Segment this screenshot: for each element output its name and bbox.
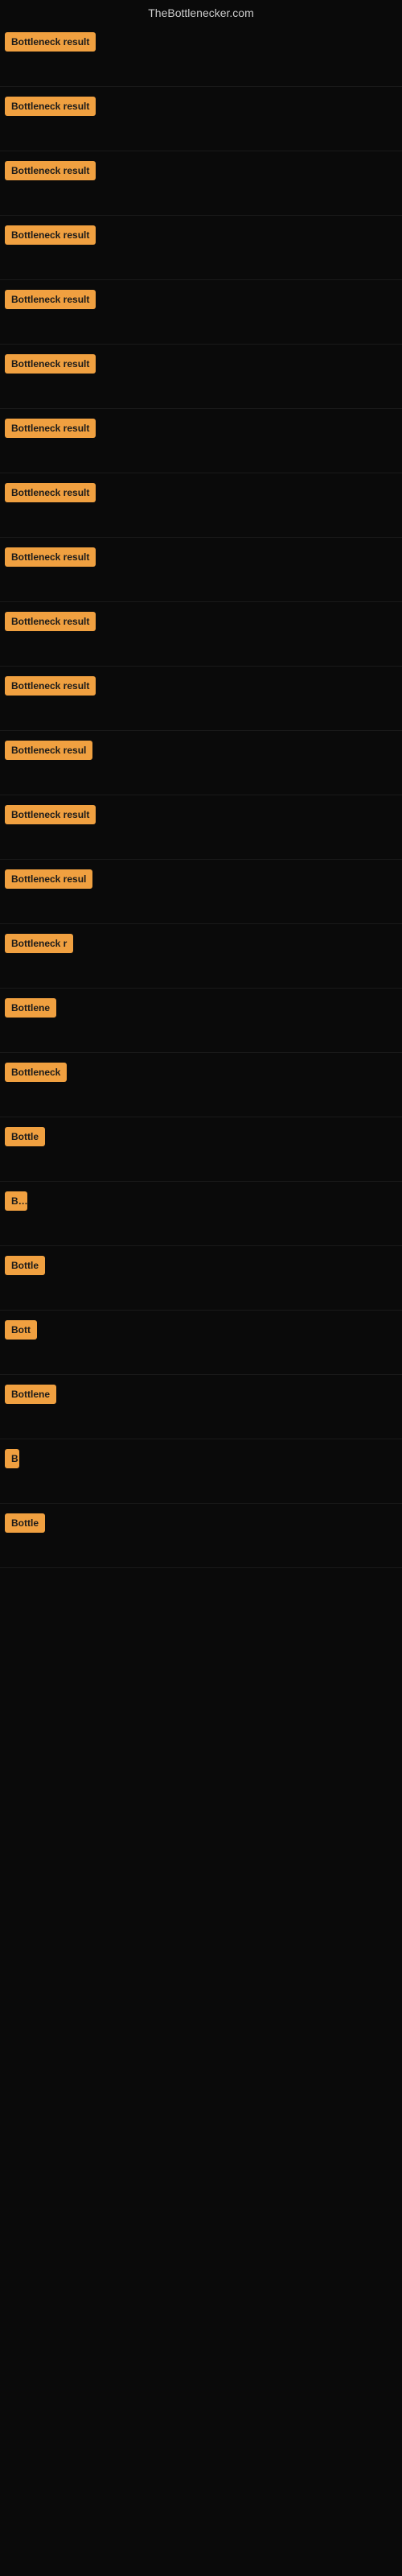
- bottleneck-result-button[interactable]: Bottle: [5, 1256, 45, 1275]
- list-item: Bottle: [0, 1117, 402, 1182]
- list-item: Bo: [0, 1182, 402, 1246]
- list-item: Bott: [0, 1311, 402, 1375]
- list-item: Bottle: [0, 1504, 402, 1568]
- list-item: Bottleneck result: [0, 538, 402, 602]
- list-item: Bottleneck result: [0, 216, 402, 280]
- list-item: B: [0, 1439, 402, 1504]
- list-item: Bottleneck result: [0, 667, 402, 731]
- list-item: Bottleneck result: [0, 602, 402, 667]
- bottleneck-result-button[interactable]: Bo: [5, 1191, 27, 1211]
- list-item: Bottlene: [0, 1375, 402, 1439]
- bottleneck-result-button[interactable]: Bottleneck result: [5, 805, 96, 824]
- bottleneck-result-button[interactable]: Bottlene: [5, 1385, 56, 1404]
- bottleneck-result-button[interactable]: Bott: [5, 1320, 37, 1340]
- list-item: Bottleneck result: [0, 280, 402, 345]
- bottleneck-result-button[interactable]: Bottleneck resul: [5, 741, 92, 760]
- site-header: TheBottlenecker.com: [0, 0, 402, 23]
- bottleneck-result-button[interactable]: Bottleneck result: [5, 483, 96, 502]
- bottleneck-result-button[interactable]: Bottle: [5, 1513, 45, 1533]
- list-item: Bottlene: [0, 989, 402, 1053]
- bottleneck-result-button[interactable]: Bottleneck: [5, 1063, 67, 1082]
- bottleneck-result-button[interactable]: Bottle: [5, 1127, 45, 1146]
- bottleneck-result-button[interactable]: Bottleneck result: [5, 225, 96, 245]
- bottleneck-result-button[interactable]: Bottleneck result: [5, 97, 96, 116]
- list-item: Bottleneck r: [0, 924, 402, 989]
- bottleneck-result-button[interactable]: Bottlene: [5, 998, 56, 1018]
- bottleneck-result-button[interactable]: Bottleneck result: [5, 290, 96, 309]
- list-item: Bottle: [0, 1246, 402, 1311]
- list-item: Bottleneck result: [0, 151, 402, 216]
- list-item: Bottleneck result: [0, 23, 402, 87]
- list-item: Bottleneck result: [0, 345, 402, 409]
- bottleneck-result-button[interactable]: Bottleneck result: [5, 612, 96, 631]
- list-item: Bottleneck result: [0, 87, 402, 151]
- bottleneck-result-button[interactable]: Bottleneck r: [5, 934, 73, 953]
- bottleneck-result-button[interactable]: Bottleneck resul: [5, 869, 92, 889]
- list-item: Bottleneck result: [0, 409, 402, 473]
- list-item: Bottleneck result: [0, 473, 402, 538]
- bottleneck-result-button[interactable]: Bottleneck result: [5, 547, 96, 567]
- list-item: Bottleneck result: [0, 795, 402, 860]
- list-item: Bottleneck resul: [0, 860, 402, 924]
- site-title: TheBottlenecker.com: [148, 6, 254, 19]
- bottleneck-result-button[interactable]: Bottleneck result: [5, 161, 96, 180]
- bottleneck-result-button[interactable]: Bottleneck result: [5, 354, 96, 374]
- bottleneck-result-button[interactable]: Bottleneck result: [5, 32, 96, 52]
- bottleneck-result-button[interactable]: Bottleneck result: [5, 676, 96, 696]
- list-item: Bottleneck resul: [0, 731, 402, 795]
- list-item: Bottleneck: [0, 1053, 402, 1117]
- bottleneck-result-button[interactable]: Bottleneck result: [5, 419, 96, 438]
- bottleneck-result-button[interactable]: B: [5, 1449, 19, 1468]
